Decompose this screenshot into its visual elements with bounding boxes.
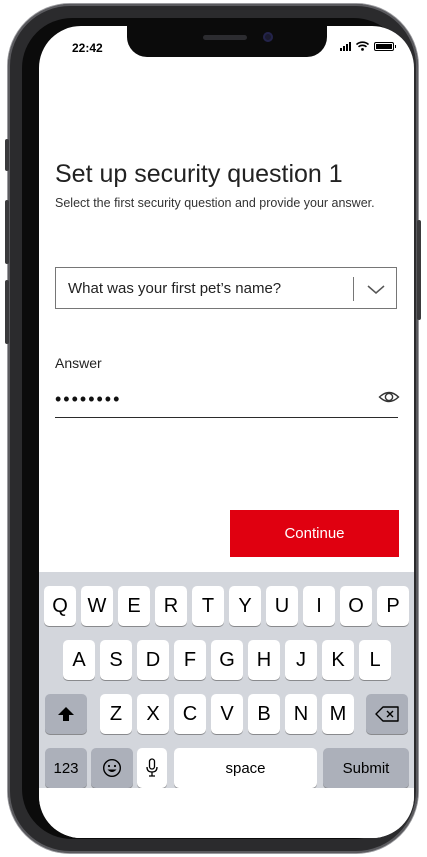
earpiece-speaker bbox=[203, 35, 247, 40]
key-t[interactable]: T bbox=[192, 586, 224, 626]
key-l[interactable]: L bbox=[359, 640, 391, 680]
key-s[interactable]: S bbox=[100, 640, 132, 680]
key-n[interactable]: N bbox=[285, 694, 317, 734]
emoji-icon bbox=[102, 758, 122, 778]
space-key[interactable]: space bbox=[174, 748, 317, 788]
emoji-key[interactable] bbox=[91, 748, 133, 788]
key-u[interactable]: U bbox=[266, 586, 298, 626]
key-m[interactable]: M bbox=[322, 694, 354, 734]
continue-button[interactable]: Continue bbox=[230, 510, 399, 557]
battery-icon bbox=[374, 41, 396, 51]
mute-switch bbox=[5, 139, 9, 171]
signal-icon bbox=[340, 41, 351, 51]
page-title: Set up security question 1 bbox=[55, 160, 343, 188]
eye-icon[interactable] bbox=[378, 386, 400, 408]
keyboard: QWERTYUIOP ASDFGHJKL ZXCVBNM 123 space S… bbox=[39, 572, 414, 788]
answer-field[interactable] bbox=[55, 381, 398, 418]
key-i[interactable]: I bbox=[303, 586, 335, 626]
key-a[interactable]: A bbox=[63, 640, 95, 680]
power-button bbox=[417, 220, 421, 320]
chevron-down-icon bbox=[367, 285, 385, 294]
dictation-key[interactable] bbox=[137, 748, 167, 788]
microphone-icon bbox=[146, 758, 158, 777]
key-c[interactable]: C bbox=[174, 694, 206, 734]
shift-icon bbox=[58, 707, 74, 721]
keyboard-bottom-area bbox=[39, 788, 414, 838]
key-q[interactable]: Q bbox=[44, 586, 76, 626]
security-question-select[interactable]: What was your first pet’s name? bbox=[55, 267, 397, 309]
select-divider bbox=[353, 277, 354, 301]
numbers-key[interactable]: 123 bbox=[45, 748, 87, 788]
volume-down-button bbox=[5, 280, 9, 344]
phone-frame: 22:42 Set up security question 1 Select … bbox=[5, 4, 421, 853]
key-b[interactable]: B bbox=[248, 694, 280, 734]
backspace-icon bbox=[375, 706, 399, 722]
front-camera bbox=[263, 32, 273, 42]
shift-key[interactable] bbox=[45, 694, 87, 734]
submit-key[interactable]: Submit bbox=[323, 748, 409, 788]
key-j[interactable]: J bbox=[285, 640, 317, 680]
key-r[interactable]: R bbox=[155, 586, 187, 626]
volume-up-button bbox=[5, 200, 9, 264]
security-question-value: What was your first pet’s name? bbox=[68, 280, 282, 297]
key-e[interactable]: E bbox=[118, 586, 150, 626]
screen: 22:42 Set up security question 1 Select … bbox=[39, 26, 414, 838]
key-x[interactable]: X bbox=[137, 694, 169, 734]
key-g[interactable]: G bbox=[211, 640, 243, 680]
key-w[interactable]: W bbox=[81, 586, 113, 626]
notch bbox=[127, 26, 327, 57]
key-f[interactable]: F bbox=[174, 640, 206, 680]
backspace-key[interactable] bbox=[366, 694, 408, 734]
key-h[interactable]: H bbox=[248, 640, 280, 680]
key-z[interactable]: Z bbox=[100, 694, 132, 734]
key-y[interactable]: Y bbox=[229, 586, 261, 626]
key-p[interactable]: P bbox=[377, 586, 409, 626]
key-k[interactable]: K bbox=[322, 640, 354, 680]
status-icons bbox=[340, 41, 396, 51]
page-subtitle: Select the first security question and p… bbox=[55, 196, 375, 210]
status-time: 22:42 bbox=[72, 41, 103, 55]
key-d[interactable]: D bbox=[137, 640, 169, 680]
key-o[interactable]: O bbox=[340, 586, 372, 626]
wifi-icon bbox=[356, 41, 369, 51]
answer-label: Answer bbox=[55, 355, 102, 371]
key-v[interactable]: V bbox=[211, 694, 243, 734]
